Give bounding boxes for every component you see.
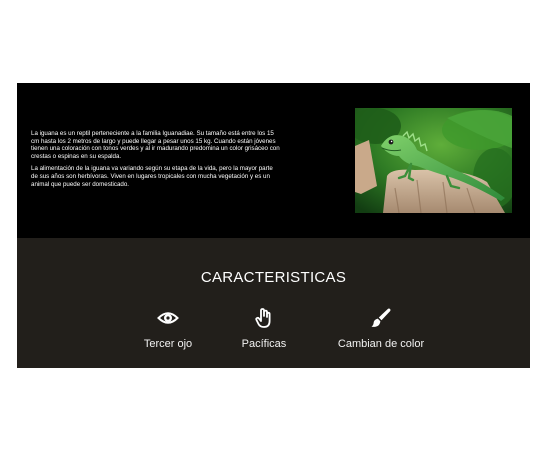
intro-section: La iguana es un reptil perteneciente a l…	[17, 83, 530, 238]
features-section: CARACTERISTICAS Tercer ojo Pacíficas Cam…	[17, 238, 530, 368]
feature-peaceful: Pacíficas	[204, 307, 324, 350]
feature-label: Pacíficas	[241, 338, 287, 350]
feature-label: Cambian de color	[337, 338, 425, 350]
hand-icon	[253, 307, 275, 329]
page-content: La iguana es un reptil perteneciente a l…	[17, 83, 530, 368]
intro-text: La iguana es un reptil perteneciente a l…	[31, 130, 281, 193]
feature-color-change: Cambian de color	[321, 307, 441, 350]
intro-paragraph-2: La alimentación de la iguana va variando…	[31, 165, 273, 188]
features-title: CARACTERISTICAS	[200, 269, 347, 286]
eye-icon	[157, 307, 179, 329]
intro-paragraph-1: La iguana es un reptil perteneciente a l…	[31, 130, 280, 160]
paintbrush-icon	[370, 307, 392, 329]
iguana-photo	[355, 108, 512, 213]
